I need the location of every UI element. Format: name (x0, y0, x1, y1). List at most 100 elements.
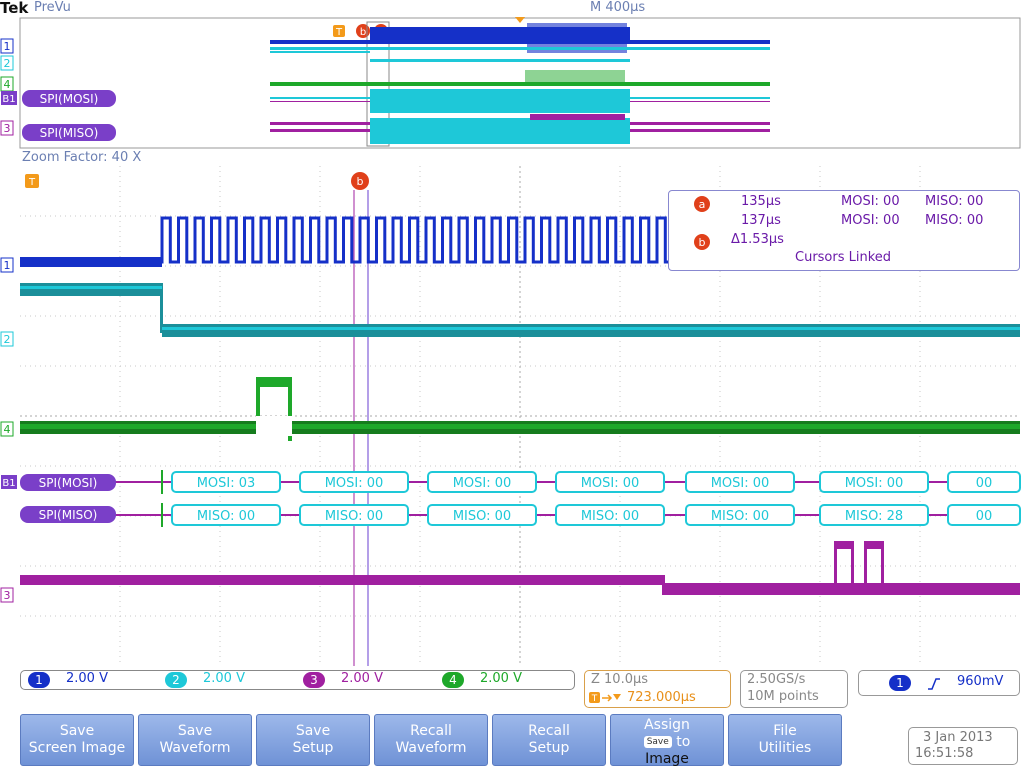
overview-window: T b a (19, 17, 1021, 149)
mosi-decode-label: MOSI: 00 (581, 476, 640, 491)
acquisition-panel[interactable]: 2.50GS/s 10M points (740, 670, 848, 708)
overview-ch3-marker[interactable]: 3 (0, 120, 14, 136)
svg-text:B1: B1 (2, 94, 15, 105)
svg-text:2: 2 (4, 333, 11, 346)
miso-decode-packet: MISO: 00 (171, 504, 281, 526)
miso-decode-label: MISO: 00 (325, 509, 383, 524)
timebase-readout: M 400µs (590, 0, 646, 15)
cursor-readout-panel: a 135µs MOSI: 00 MISO: 00 137µs MOSI: 00… (668, 190, 1020, 271)
miso-decode-packet: MISO: 00 (555, 504, 665, 526)
ch3-scale-readout[interactable]: 3 2.00 V (295, 670, 435, 690)
zoom-position: 723.000µs (627, 690, 696, 705)
save-screen-image-button[interactable]: Save Screen Image (20, 714, 134, 766)
ch2-marker[interactable]: 2 (0, 331, 14, 347)
assign-save-line3: Image (645, 751, 689, 767)
mosi-decode-packet: MOSI: 03 (171, 471, 281, 493)
svg-text:T: T (591, 694, 598, 704)
overview-cursor-b-marker: b (356, 24, 370, 38)
svg-text:T: T (335, 27, 343, 38)
file-utilities-button[interactable]: File Utilities (728, 714, 842, 766)
ch4-badge: 4 (442, 672, 464, 688)
zoom-scale: Z 10.0µs (591, 672, 649, 687)
ch1-marker[interactable]: 1 (0, 257, 14, 273)
svg-text:4: 4 (4, 78, 11, 91)
miso-decode-packet: 00 (947, 504, 1021, 526)
overview-b1-marker[interactable]: B1 (1, 91, 17, 105)
overview-miso-bus-label: SPI(MISO) (22, 124, 116, 141)
miso-decode-packet: MISO: 28 (819, 504, 929, 526)
mosi-decode-label: MOSI: 00 (325, 476, 384, 491)
trigger-source-badge: 1 (889, 675, 911, 691)
recall-waveform-line1: Recall (410, 723, 452, 739)
sample-rate: 2.50GS/s (747, 672, 806, 687)
zoom-factor-label: Zoom Factor: 40 X (22, 150, 142, 165)
ch2-scale: 2.00 V (203, 671, 245, 686)
datetime-panel: 3 Jan 2013 16:51:58 (908, 727, 1018, 765)
ch4-marker[interactable]: 4 (0, 421, 14, 437)
svg-text:SPI(MOSI): SPI(MOSI) (40, 92, 99, 106)
record-length: 10M points (747, 689, 819, 704)
save-setup-button[interactable]: Save Setup (256, 714, 370, 766)
file-utilities-line1: File (773, 723, 797, 739)
b1-marker[interactable]: B1 (1, 475, 17, 489)
miso-decode-packet: MISO: 00 (299, 504, 409, 526)
miso-decode-packet: MISO: 00 (427, 504, 537, 526)
miso-decode-label: MISO: 00 (711, 509, 769, 524)
mosi-decode-packet: MOSI: 00 (427, 471, 537, 493)
recall-setup-button[interactable]: Recall Setup (492, 714, 606, 766)
ch1-scale-readout[interactable]: 1 2.00 V (20, 670, 160, 690)
svg-text:1: 1 (4, 259, 11, 272)
trigger-panel[interactable]: 1 960mV (858, 670, 1020, 696)
recall-setup-line1: Recall (528, 723, 570, 739)
file-utilities-line2: Utilities (758, 740, 812, 756)
recall-waveform-line2: Waveform (395, 740, 467, 756)
overview-ch1-marker[interactable]: 1 (0, 38, 14, 54)
mosi-decode-packet: MOSI: 00 (555, 471, 665, 493)
time-readout: 16:51:58 (915, 746, 974, 761)
cursor-a-miso: MISO: 00 (925, 194, 984, 209)
date-readout: 3 Jan 2013 (923, 730, 993, 745)
svg-text:B1: B1 (2, 478, 15, 489)
ch4-scale-readout[interactable]: 4 2.00 V (434, 670, 574, 690)
save-key-icon: Save (643, 736, 672, 748)
cursor-b-time: 137µs (741, 213, 781, 228)
rising-edge-icon (928, 678, 940, 690)
svg-text:SPI(MISO): SPI(MISO) (39, 508, 98, 522)
svg-text:b: b (699, 236, 706, 249)
mosi-decode-packet: MOSI: 00 (819, 471, 929, 493)
miso-decode-label: MISO: 00 (581, 509, 639, 524)
mosi-decode-label: MOSI: 00 (453, 476, 512, 491)
assign-save-to: to (676, 734, 691, 750)
acquisition-mode: PreVu (34, 0, 71, 15)
overview-ch4-marker[interactable]: 4 (0, 76, 14, 92)
miso-decode-packet: MISO: 00 (685, 504, 795, 526)
miso-decode-label: 00 (976, 509, 993, 524)
zoom-info-panel[interactable]: Z 10.0µs T 723.000µs (584, 670, 731, 708)
save-waveform-button[interactable]: Save Waveform (138, 714, 252, 766)
svg-text:4: 4 (4, 423, 11, 436)
overview-channel-markers: 1 2 4 B1 SPI(MOSI) 3 SPI(MISO) (0, 38, 116, 141)
ch2-badge: 2 (165, 672, 187, 688)
ch2-scale-readout[interactable]: 2 2.00 V (157, 670, 297, 690)
svg-text:b: b (360, 27, 366, 38)
miso-decode-label: MISO: 28 (845, 509, 903, 524)
assign-save-line1: Assign (644, 717, 690, 733)
miso-decode-label: MISO: 00 (197, 509, 255, 524)
ch1-scale: 2.00 V (66, 671, 108, 686)
mosi-bus-label: SPI(MOSI) (20, 474, 116, 491)
miso-bus-label: SPI(MISO) (20, 506, 116, 523)
save-screen-line2: Screen Image (28, 740, 126, 756)
cursor-a-time: 135µs (741, 194, 781, 209)
svg-text:3: 3 (4, 589, 11, 602)
assign-save-button[interactable]: Assign Save to Image (610, 714, 724, 767)
mosi-decode-label: MOSI: 00 (711, 476, 770, 491)
recall-waveform-button[interactable]: Recall Waveform (374, 714, 488, 766)
ch1-badge: 1 (28, 672, 50, 688)
save-setup-line1: Save (295, 723, 331, 739)
ch3-marker[interactable]: 3 (0, 587, 14, 603)
mosi-decode-packet: MOSI: 00 (299, 471, 409, 493)
overview-trigger-marker: T (333, 25, 345, 38)
ch4-scale: 2.00 V (480, 671, 522, 686)
overview-ch2-marker[interactable]: 2 (0, 55, 14, 71)
save-screen-line1: Save (59, 723, 95, 739)
